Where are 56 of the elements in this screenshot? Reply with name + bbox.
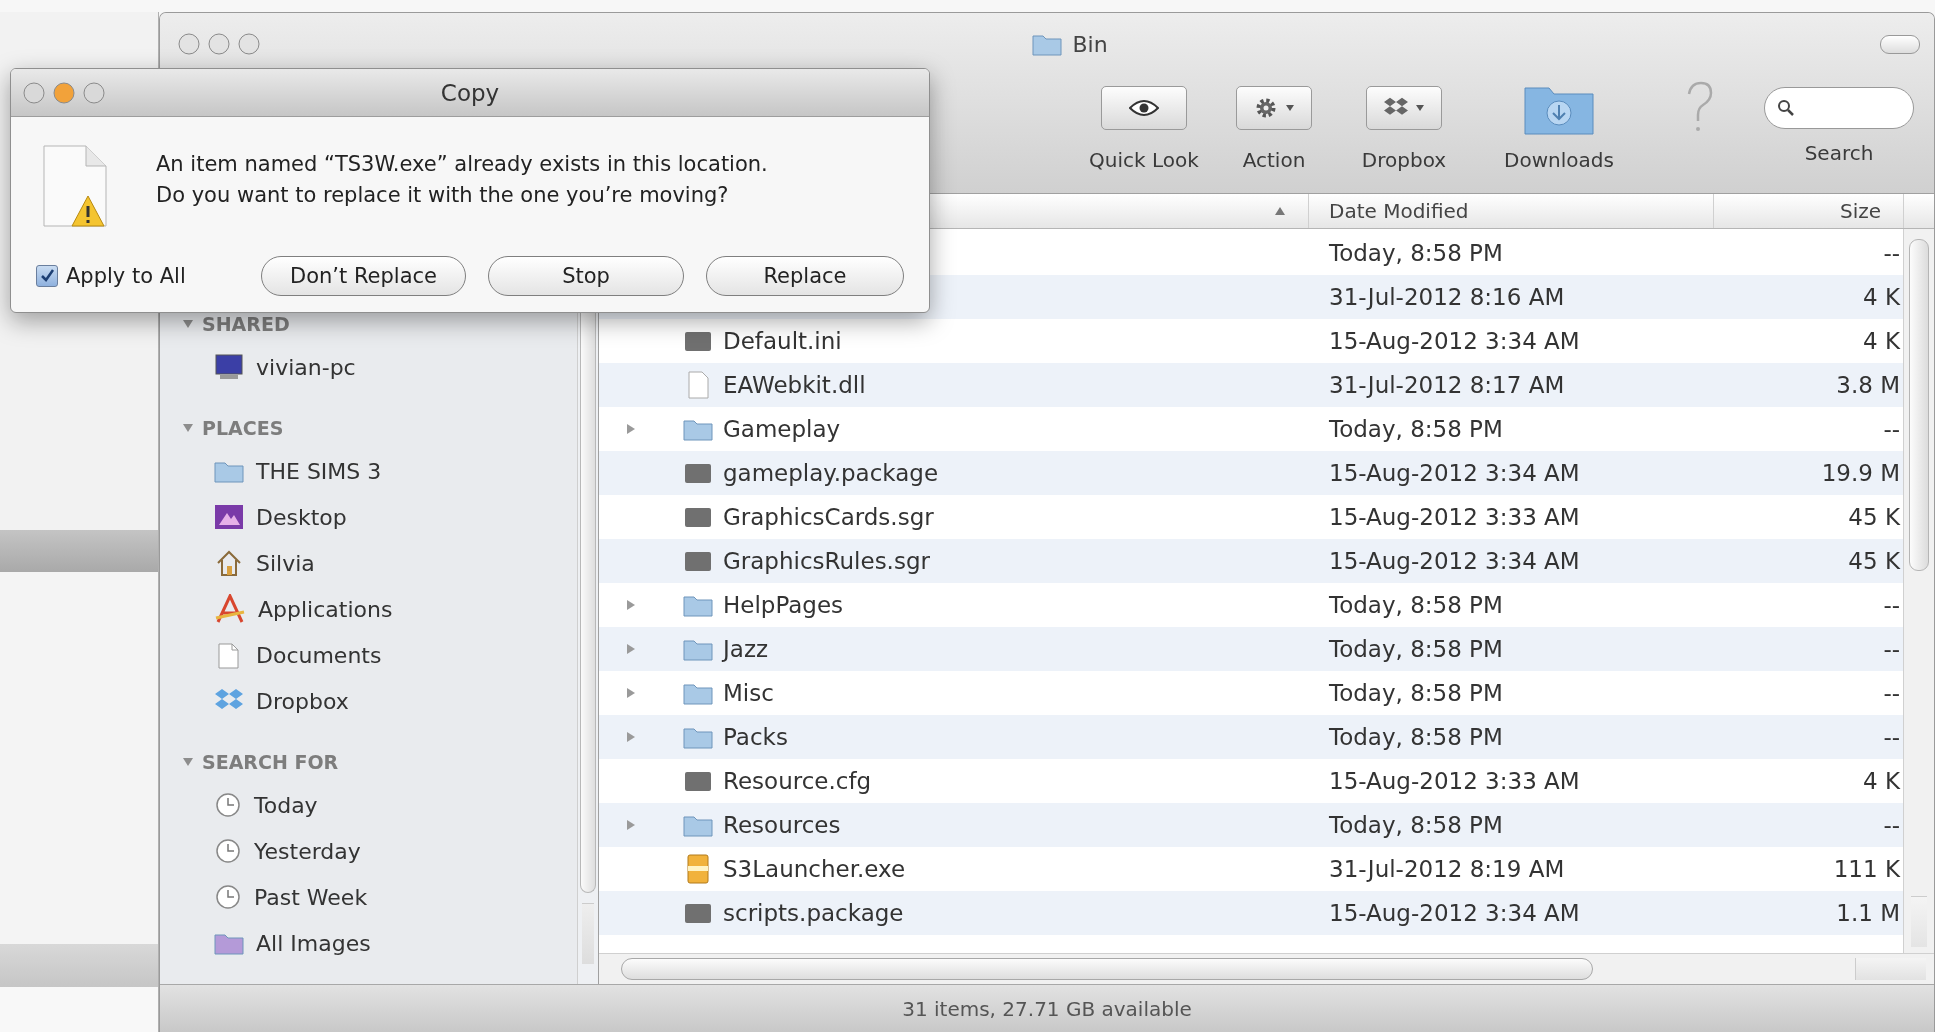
file-name: S3Launcher.exe [723,856,906,882]
table-cell-text: -- [1882,592,1901,618]
table-cell-text: -- [1882,636,1901,662]
file-name: gameplay.package [723,460,939,486]
table-cell-text: 45 K [1847,504,1901,530]
window-title: Bin [1072,31,1108,57]
toolbar-label: Search [1804,141,1874,165]
table-cell-text: -- [1882,812,1901,838]
status-text: 31 items, 27.71 GB available [902,996,1192,1021]
table-cell-text: Today, 8:58 PM [1328,592,1504,618]
table-cell-text: Today, 8:58 PM [1328,812,1504,838]
file-name: EAWebkit.dll [723,372,866,398]
file-name: Resources [723,812,841,838]
table-cell-text: 111 K [1832,856,1901,882]
table-cell-text: Today, 8:58 PM [1328,680,1504,706]
table-cell-text: 4 K [1861,284,1901,310]
table-cell-text: 15-Aug-2012 3:33 AM [1328,504,1581,530]
sidebar-heading: SHARED [202,313,290,335]
table-cell-text: 15-Aug-2012 3:34 AM [1328,900,1581,926]
table-cell-text: 15-Aug-2012 3:34 AM [1328,460,1581,486]
dialog-message: Do you want to replace it with the one you’re moving? [156,182,730,209]
table-cell-text: Today, 8:58 PM [1328,724,1504,750]
table-cell-text: -- [1882,680,1901,706]
table-cell-text: 15-Aug-2012 3:33 AM [1328,768,1581,794]
dialog-message: An item named “TS3W.exe” already exists in this location. [156,151,768,178]
table-cell-text: 31-Jul-2012 8:16 AM [1328,284,1566,310]
table-cell-text: Today, 8:58 PM [1328,636,1504,662]
file-name: scripts.package [723,900,904,926]
table-cell-text: 15-Aug-2012 3:34 AM [1328,548,1581,574]
table-cell-text: 19.9 M [1820,460,1901,486]
file-name: Packs [723,724,788,750]
file-name: Gameplay [723,416,841,442]
table-cell-text: 1.1 M [1835,900,1901,926]
table-cell-text: 15-Aug-2012 3:34 AM [1328,328,1581,354]
file-name: Misc [723,680,774,706]
file-name: GraphicsCards.sgr [723,504,934,530]
file-name: Jazz [723,636,769,662]
table-cell-text: -- [1882,416,1901,442]
table-cell-text: 4 K [1861,768,1901,794]
file-name: Default.ini [723,328,842,354]
table-cell-text: -- [1882,240,1901,266]
checkbox-label: Apply to All [66,264,186,288]
table-cell-text: 4 K [1861,328,1901,354]
dialog-title: Copy [440,79,500,106]
table-cell-text: 31-Jul-2012 8:19 AM [1328,856,1566,882]
table-cell-text: Today, 8:58 PM [1328,240,1504,266]
table-cell-text: 45 K [1847,548,1901,574]
table-cell-text: -- [1882,724,1901,750]
file-name: HelpPages [723,592,844,618]
table-cell-text: Today, 8:58 PM [1328,416,1504,442]
sidebar-heading: SEARCH FOR [202,751,339,773]
table-cell-text: 31-Jul-2012 8:17 AM [1328,372,1566,398]
file-name: GraphicsRules.sgr [723,548,930,574]
table-cell-text: 3.8 M [1835,372,1901,398]
file-name: Resource.cfg [723,768,872,794]
sidebar-heading: PLACES [202,417,284,439]
